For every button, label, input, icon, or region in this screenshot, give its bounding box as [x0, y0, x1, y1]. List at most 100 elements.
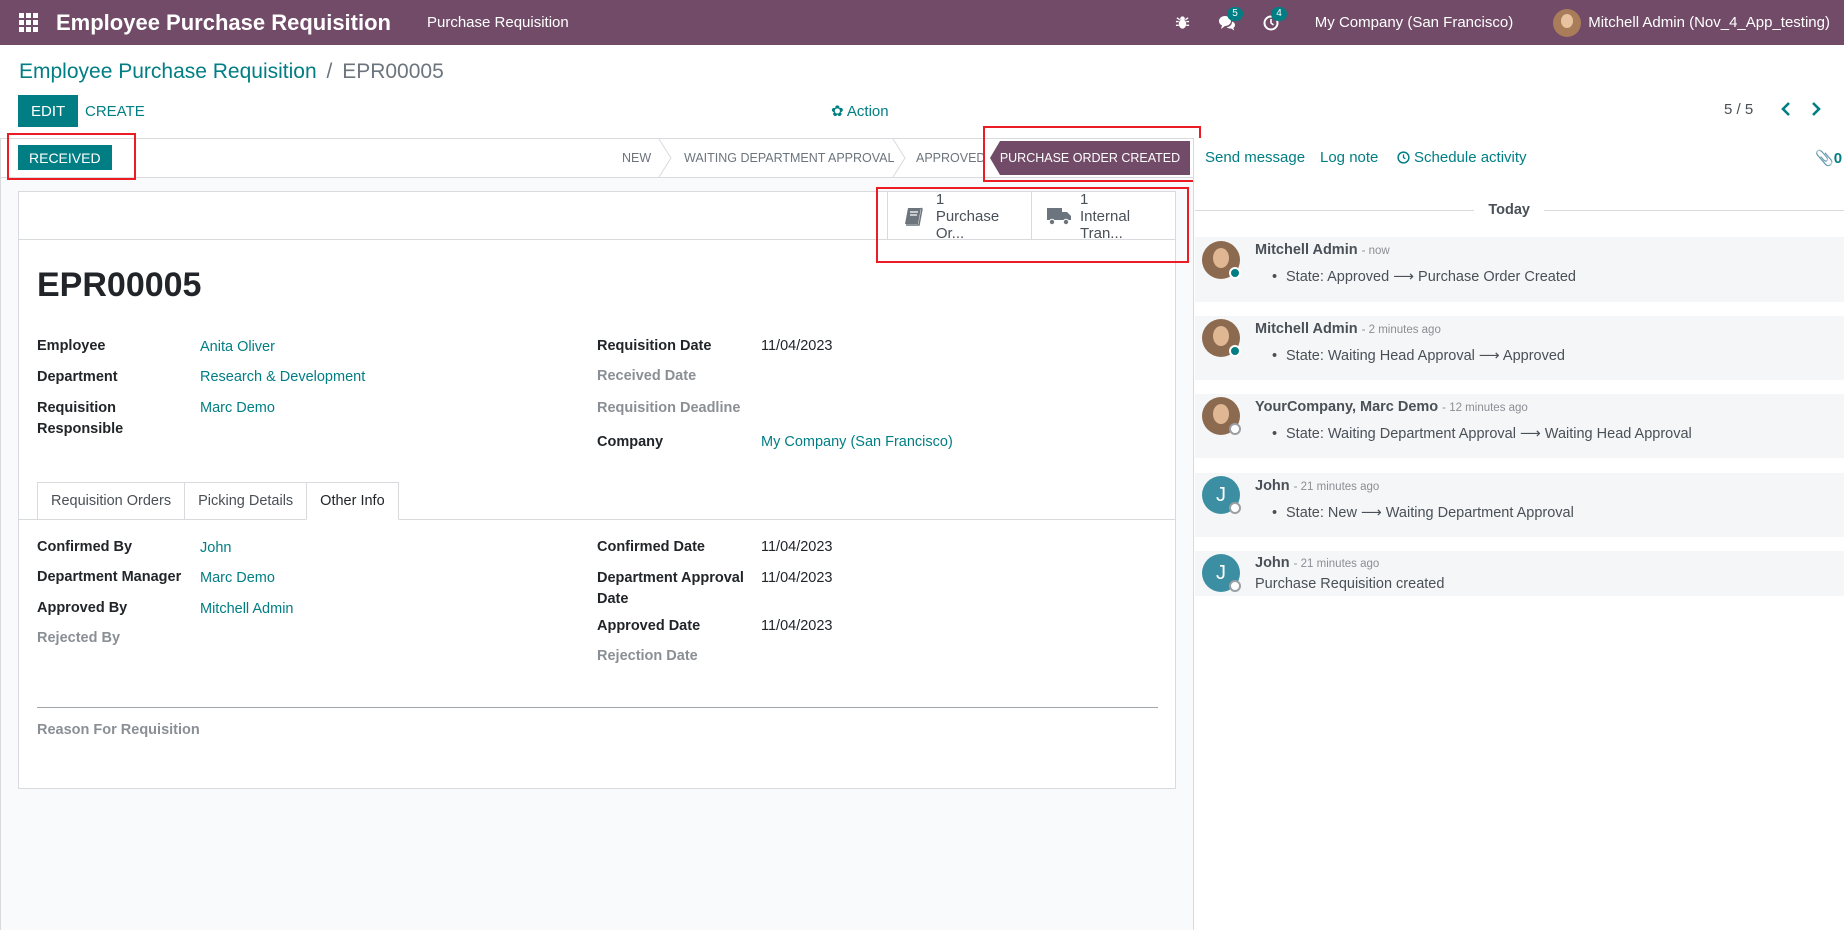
- offline-status-icon: [1229, 502, 1241, 514]
- highlight-active-stage: [983, 126, 1201, 182]
- company-label: Company: [597, 434, 664, 450]
- approved-date-field[interactable]: 11/04/2023: [761, 616, 833, 637]
- confirmed-by-field[interactable]: John: [200, 538, 231, 559]
- stage-separator: [892, 139, 906, 177]
- debug-bug-icon[interactable]: [1161, 0, 1205, 45]
- chatter-message: J John- 21 minutes ago State: New ⟶ Wait…: [1195, 473, 1844, 537]
- schedule-activity-button[interactable]: Schedule activity: [1397, 149, 1527, 166]
- approved-by-label: Approved By: [37, 600, 128, 616]
- approved-by-field[interactable]: Mitchell Admin: [200, 599, 293, 620]
- app-title[interactable]: Employee Purchase Requisition: [56, 10, 391, 36]
- edit-button[interactable]: EDIT: [18, 95, 79, 127]
- message-author[interactable]: YourCompany, Marc Demo: [1255, 399, 1438, 415]
- notebook-tabs: Requisition Orders Picking Details Other…: [37, 482, 399, 520]
- message-time: - 21 minutes ago: [1293, 558, 1380, 570]
- attachments-button[interactable]: 📎0: [1815, 149, 1842, 167]
- department-approval-date-label-line1: Department Approval: [597, 570, 744, 586]
- message-author[interactable]: John: [1255, 478, 1290, 494]
- paperclip-icon: 📎: [1815, 150, 1834, 167]
- message-author[interactable]: Mitchell Admin: [1255, 321, 1358, 337]
- breadcrumb-current: EPR00005: [342, 60, 444, 83]
- today-label: Today: [1488, 202, 1530, 218]
- offline-status-icon: [1229, 580, 1241, 592]
- activities-clock-icon[interactable]: 4: [1249, 0, 1293, 45]
- online-status-icon: [1229, 267, 1241, 279]
- highlight-smart-buttons: [876, 187, 1189, 263]
- message-body: State: Approved ⟶ Purchase Order Created: [1272, 269, 1576, 285]
- department-approval-date-label-line2: Date: [597, 591, 629, 607]
- nav-menu-purchase-requisition[interactable]: Purchase Requisition: [427, 14, 569, 31]
- clock-icon: [1397, 151, 1410, 164]
- approved-date-label: Approved Date: [597, 618, 701, 634]
- message-time: - 2 minutes ago: [1361, 324, 1441, 336]
- send-message-button[interactable]: Send message: [1205, 149, 1305, 166]
- chevron-right-icon[interactable]: [1805, 97, 1827, 121]
- rejection-date-label: Rejection Date: [597, 648, 698, 664]
- requisition-responsible-field[interactable]: Marc Demo: [200, 398, 275, 419]
- message-body: State: New ⟶ Waiting Department Approval: [1272, 505, 1574, 521]
- department-manager-label: Department Manager: [37, 569, 182, 585]
- messages-count-badge: 5: [1227, 7, 1243, 21]
- chevron-left-icon[interactable]: [1775, 97, 1797, 121]
- chatter-message: Mitchell Admin- 2 minutes ago State: Wai…: [1195, 316, 1844, 380]
- top-navbar: Employee Purchase Requisition Purchase R…: [0, 0, 1844, 45]
- stage-approved[interactable]: APPROVED: [916, 139, 985, 177]
- requisition-date-field[interactable]: 11/04/2023: [761, 336, 833, 357]
- schedule-activity-label: Schedule activity: [1414, 149, 1527, 166]
- rejected-by-label: Rejected By: [37, 630, 121, 646]
- message-body: State: Waiting Department Approval ⟶ Wai…: [1272, 426, 1692, 442]
- department-label: Department: [37, 369, 118, 385]
- department-approval-date-field[interactable]: 11/04/2023: [761, 568, 833, 589]
- message-author[interactable]: Mitchell Admin: [1255, 242, 1358, 258]
- company-field[interactable]: My Company (San Francisco): [761, 432, 953, 453]
- reason-for-requisition-label: Reason For Requisition: [37, 722, 200, 738]
- separator-line: [37, 707, 1158, 708]
- user-name: Mitchell Admin (Nov_4_App_testing): [1588, 14, 1830, 31]
- tab-picking-details[interactable]: Picking Details: [184, 482, 308, 520]
- chatter-message: J John - 21 minutes ago Purchase Requisit…: [1195, 551, 1844, 596]
- employee-label: Employee: [37, 338, 106, 354]
- action-menu-button[interactable]: ✿ Action: [831, 102, 889, 120]
- breadcrumb: Employee Purchase Requisition / EPR00005: [19, 60, 444, 84]
- offline-status-icon: [1229, 423, 1241, 435]
- chatter-message: YourCompany, Marc Demo - 12 minutes ago S…: [1195, 394, 1844, 458]
- department-manager-field[interactable]: Marc Demo: [200, 568, 275, 589]
- company-switcher[interactable]: My Company (San Francisco): [1315, 14, 1513, 31]
- confirmed-date-label: Confirmed Date: [597, 539, 705, 555]
- stage-waiting-department-approval[interactable]: WAITING DEPARTMENT APPROVAL: [684, 139, 894, 177]
- online-status-icon: [1229, 345, 1241, 357]
- message-time: - 12 minutes ago: [1442, 402, 1528, 414]
- message-time: - 21 minutes ago: [1293, 481, 1380, 493]
- tab-requisition-orders[interactable]: Requisition Orders: [37, 482, 186, 520]
- create-button[interactable]: CREATE: [84, 95, 146, 127]
- user-menu[interactable]: Mitchell Admin (Nov_4_App_testing): [1553, 8, 1830, 37]
- department-field[interactable]: Research & Development: [200, 367, 365, 388]
- pager-value[interactable]: 5 / 5: [1724, 101, 1753, 118]
- requisition-date-label: Requisition Date: [597, 338, 712, 354]
- tab-other-info[interactable]: Other Info: [306, 482, 399, 520]
- record-title: EPR00005: [37, 266, 202, 304]
- today-separator: Today: [1195, 200, 1844, 220]
- breadcrumb-separator: /: [326, 60, 333, 83]
- message-time: - now: [1361, 245, 1390, 257]
- user-avatar: [1553, 8, 1582, 37]
- employee-field[interactable]: Anita Oliver: [200, 337, 275, 358]
- messages-icon[interactable]: 5: [1205, 0, 1249, 45]
- requisition-responsible-label-line1: Requisition: [37, 400, 116, 416]
- received-date-label: Received Date: [597, 368, 697, 384]
- attachments-count: 0: [1833, 150, 1843, 167]
- stage-new[interactable]: NEW: [622, 139, 651, 177]
- message-body: Purchase Requisition created: [1255, 576, 1445, 592]
- highlight-received: [7, 133, 136, 180]
- chatter-message: Mitchell Admin- now State: Approved ⟶ Pu…: [1195, 237, 1844, 302]
- requisition-deadline-label: Requisition Deadline: [597, 400, 741, 416]
- confirmed-date-field[interactable]: 11/04/2023: [761, 537, 833, 558]
- requisition-responsible-label-line2: Responsible: [37, 421, 124, 437]
- apps-menu-icon[interactable]: [0, 0, 56, 45]
- message-body: State: Waiting Head Approval ⟶ Approved: [1272, 348, 1565, 364]
- breadcrumb-parent[interactable]: Employee Purchase Requisition: [19, 60, 317, 83]
- activities-count-badge: 4: [1271, 7, 1287, 21]
- message-author[interactable]: John: [1255, 555, 1290, 571]
- log-note-button[interactable]: Log note: [1320, 149, 1378, 166]
- confirmed-by-label: Confirmed By: [37, 539, 133, 555]
